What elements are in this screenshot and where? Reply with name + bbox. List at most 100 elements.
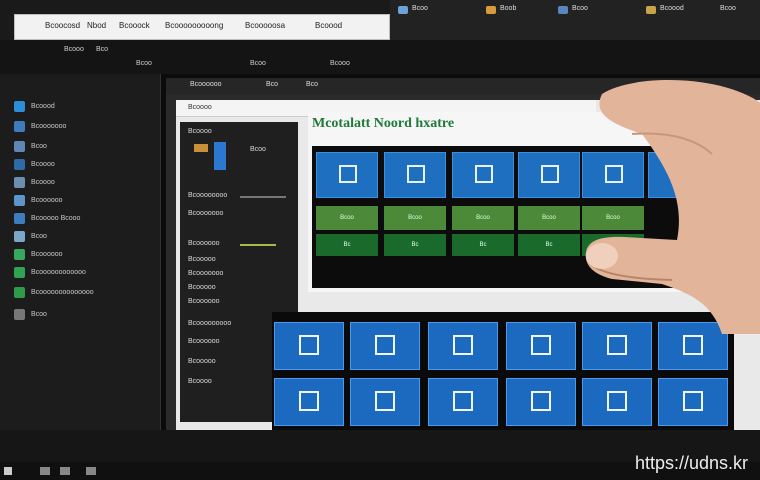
panel-label[interactable]: Bcooooo — [188, 256, 216, 263]
tab-label[interactable]: Bcoo — [412, 5, 428, 12]
hand-image — [585, 80, 760, 334]
app-tile[interactable] — [274, 378, 344, 426]
green-tile[interactable]: Bcoo — [384, 206, 446, 230]
tile-label: Bc — [343, 242, 351, 248]
green-tile[interactable]: Bcoo — [452, 206, 514, 230]
green-tile[interactable]: Bcoo — [518, 206, 580, 230]
toolbar-item[interactable]: Bcooooooooong — [165, 21, 223, 30]
app-tile[interactable] — [506, 378, 576, 426]
app-tile[interactable] — [384, 152, 446, 198]
tab-label[interactable]: Bco — [306, 81, 318, 88]
status-tile[interactable]: Bc — [518, 234, 580, 256]
app-icon — [14, 194, 25, 206]
window-icon — [407, 165, 425, 183]
app-icon[interactable] — [398, 6, 408, 14]
panel-label[interactable]: Bcoooo — [188, 128, 212, 135]
window-icon — [607, 391, 627, 411]
window-icon — [607, 335, 627, 355]
slider-track[interactable] — [240, 244, 276, 246]
app-tile[interactable] — [452, 152, 514, 198]
toolbar-item[interactable]: Bcooock — [119, 21, 150, 30]
menu-item[interactable]: Bcoo — [250, 60, 266, 67]
start-icon[interactable] — [4, 467, 12, 475]
tab-label[interactable]: Bco — [266, 81, 278, 88]
toolbar-item[interactable]: Nbod — [87, 21, 106, 30]
app-icon — [14, 266, 25, 278]
printer-icon — [683, 391, 703, 411]
screen-icon — [531, 391, 551, 411]
panel-label[interactable]: Bcoooo — [188, 378, 212, 385]
app-icon — [14, 140, 25, 152]
panel-label[interactable]: Bcooooooo — [188, 270, 223, 277]
app-icon[interactable] — [86, 467, 96, 475]
toolbar-item[interactable]: Bcooooosa — [245, 21, 285, 30]
menu-bar: Bcooo Bco Bcoo Bcoo Bcooo — [0, 40, 760, 74]
panel-label[interactable]: Bcoooooo — [188, 338, 220, 345]
sidebar-item-label: Bcoo — [31, 142, 47, 150]
top-toolbar: Bcoocosd Nbod Bcooock Bcooooooooong Bcoo… — [14, 14, 390, 40]
app-tile[interactable] — [274, 322, 344, 370]
sidebar-item[interactable]: Bcoooooo — [14, 246, 63, 262]
tab-label[interactable]: Bcoooooo — [190, 81, 222, 88]
folder-icon[interactable] — [486, 6, 496, 14]
sidebar-item[interactable]: Bcoooo — [14, 174, 55, 190]
panel-label[interactable]: Bcooooo — [188, 358, 216, 365]
tab-label[interactable]: Bcoo — [720, 5, 736, 12]
lock-icon — [453, 391, 473, 411]
app-icon[interactable] — [558, 6, 568, 14]
panel-label[interactable]: Bcooooooo — [188, 210, 223, 217]
status-tile[interactable]: Bc — [384, 234, 446, 256]
menu-item[interactable]: Bco — [96, 46, 108, 53]
tab-label[interactable]: Bcoood — [660, 5, 684, 12]
sidebar-item[interactable]: Bcoooooooooooooo — [14, 284, 94, 300]
sidebar-item[interactable]: Bcoooooo — [14, 192, 63, 208]
panel-label[interactable]: Bcooooo — [188, 284, 216, 291]
green-tile[interactable]: Bcoo — [316, 206, 378, 230]
panel-label[interactable]: Bcooooooooo — [188, 320, 231, 327]
status-tile[interactable]: Bc — [316, 234, 378, 256]
menu-item[interactable]: Bcooo — [64, 46, 84, 53]
top-bar-right: Bcoo Boob Bcoo Bcoood Bcoo — [390, 0, 760, 40]
sidebar-item-label: Bcooooo Bcooo — [31, 214, 81, 222]
app-tile[interactable] — [428, 322, 498, 370]
tab-label[interactable]: Boob — [500, 5, 516, 12]
app-tile[interactable] — [350, 378, 420, 426]
sidebar-item[interactable]: Bcoo — [14, 138, 47, 154]
sidebar-item-label: Bcoooooo — [31, 196, 63, 204]
sidebar-item[interactable]: Bcoo — [14, 306, 47, 322]
panel-label[interactable]: Bcoooooooo — [188, 192, 227, 199]
app-icon[interactable] — [60, 467, 70, 475]
app-tile[interactable] — [518, 152, 580, 198]
sidebar-item-label: Bcoo — [31, 232, 47, 240]
sidebar-item[interactable]: Bcoooooooooooo — [14, 264, 86, 280]
app-icon — [14, 176, 25, 188]
panel-label[interactable]: Bcoooooo — [188, 298, 220, 305]
sidebar-item[interactable]: Bcoooo — [14, 156, 55, 172]
sidebar-item[interactable]: Bcooooo Bcooo — [14, 210, 80, 226]
app-icon[interactable] — [40, 467, 50, 475]
tab-label[interactable]: Bcoo — [572, 5, 588, 12]
slider-track[interactable] — [240, 196, 286, 198]
app-tile[interactable] — [506, 322, 576, 370]
app-tile[interactable] — [658, 378, 728, 426]
folder-icon[interactable] — [646, 6, 656, 14]
tile-label: Bcoo — [340, 215, 354, 221]
app-tile[interactable] — [316, 152, 378, 198]
app-title: Mcotalatt Noord hxatre — [312, 116, 455, 131]
printer-icon — [299, 391, 319, 411]
sidebar-item[interactable]: Bcoo — [14, 228, 47, 244]
sidebar-item[interactable]: Bcoood — [14, 98, 55, 114]
panel-label[interactable]: Bcoooooo — [188, 240, 220, 247]
panel-label[interactable]: Bcoo — [250, 146, 266, 153]
sidebar-item[interactable]: Bcooooooo — [14, 118, 66, 134]
toolbar-item[interactable]: Bcoocosd — [45, 21, 80, 30]
app-tile[interactable] — [582, 378, 652, 426]
status-tile[interactable]: Bc — [452, 234, 514, 256]
menu-item[interactable]: Bcooo — [330, 60, 350, 67]
menu-item[interactable]: Bcoo — [136, 60, 152, 67]
app-tile[interactable] — [428, 378, 498, 426]
tile-label: Bcoo — [408, 215, 422, 221]
app-tile[interactable] — [350, 322, 420, 370]
toolbar-item[interactable]: Bcoood — [315, 21, 342, 30]
app-icon — [14, 286, 25, 298]
